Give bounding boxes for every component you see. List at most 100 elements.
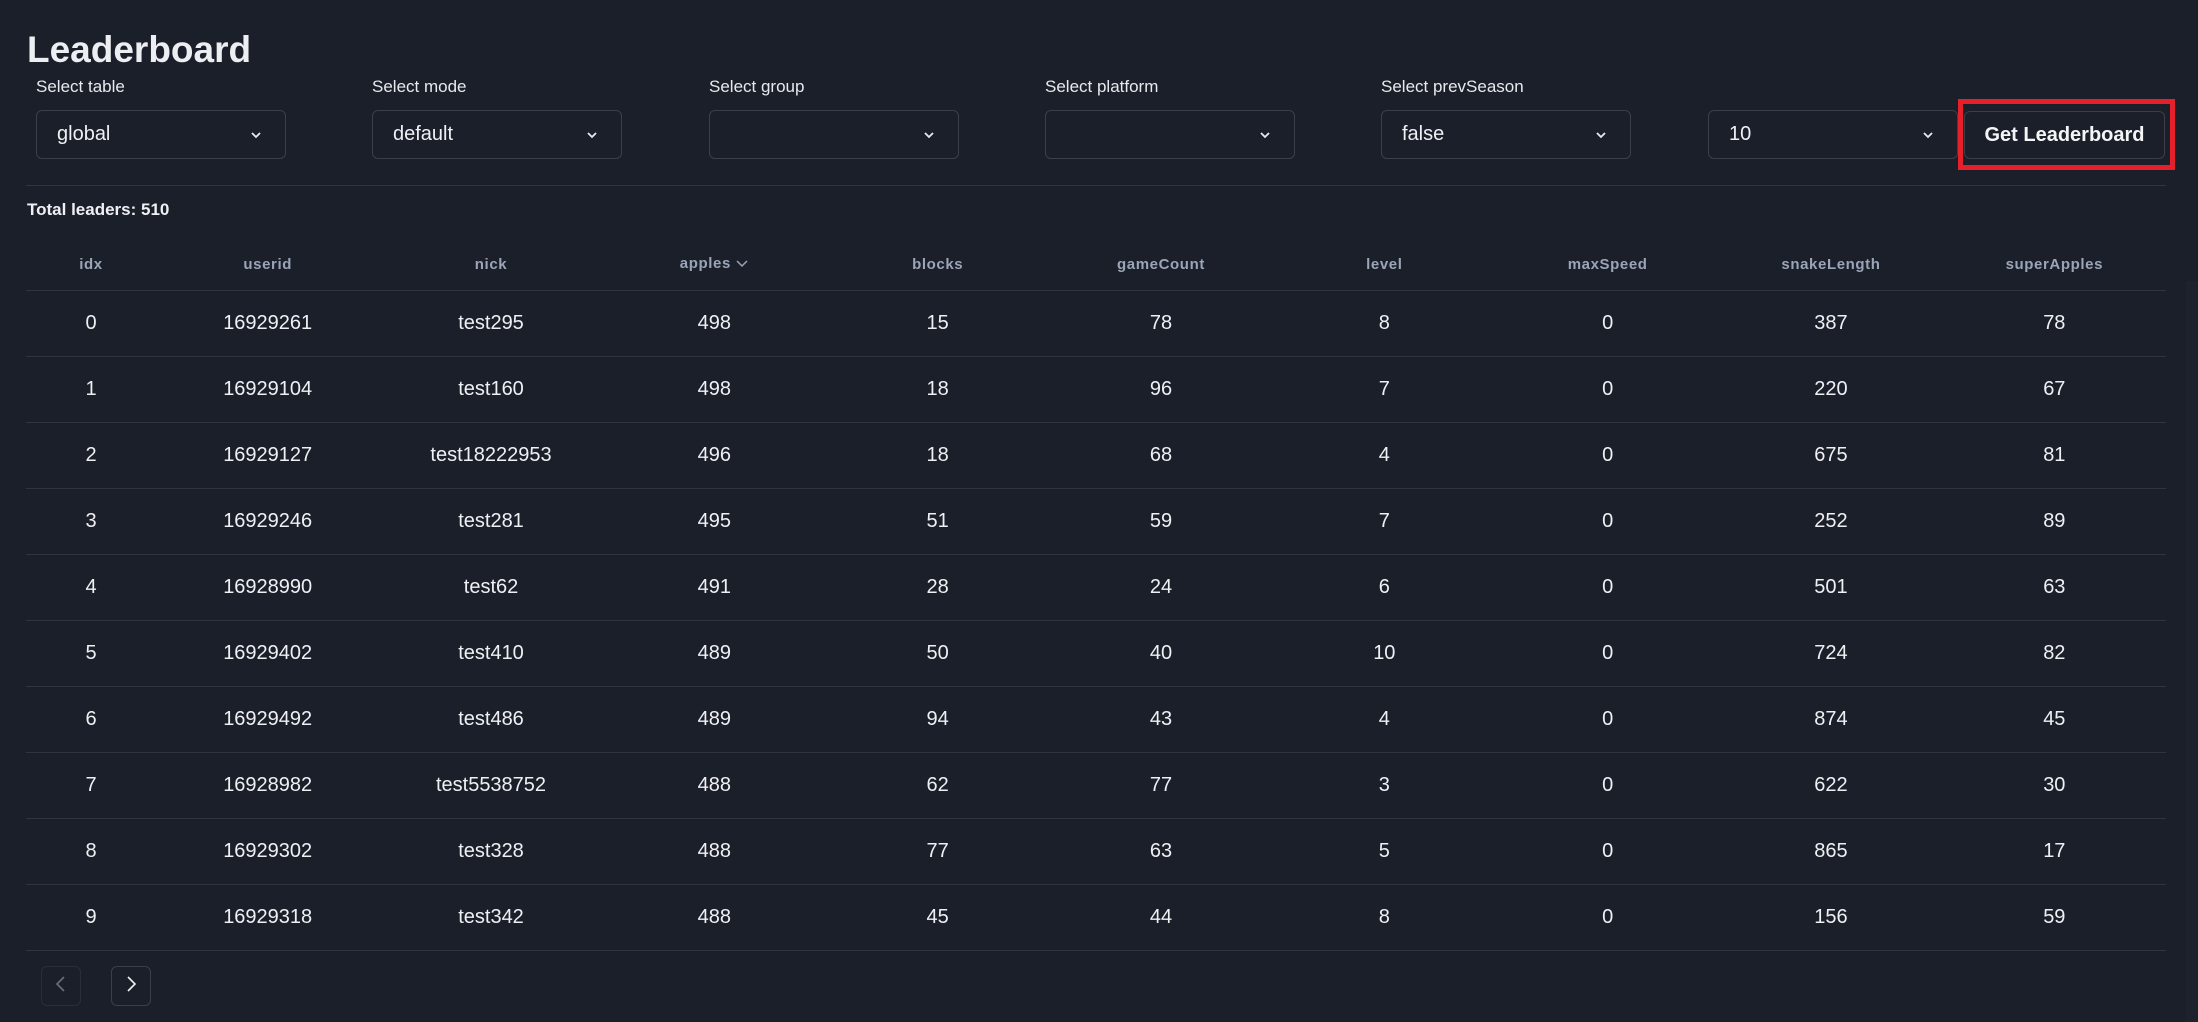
cell-nick: test160 [379,356,603,423]
cell-idx: 8 [26,818,157,885]
cell-idx: 4 [26,554,157,621]
cell-gamecount: 77 [1049,752,1273,819]
cell-userid: 16929318 [156,884,380,951]
table-row: 2 16929127 test18222953 496 18 68 4 0 675 81 [26,422,2166,489]
cell-gamecount: 68 [1049,422,1273,489]
cell-snakelength: 622 [1719,752,1943,819]
prevseason-select[interactable]: false [1381,110,1631,159]
chevron-down-icon [922,128,936,142]
column-header-apples[interactable]: apples [602,238,826,291]
prevseason-select-value: false [1402,123,1445,145]
table-row: 5 16929402 test410 489 50 40 10 0 724 82 [26,620,2166,687]
sort-descending-icon [735,256,749,273]
cell-superapples: 59 [1942,884,2166,951]
filter-page-size: 10 [1708,74,1958,159]
cell-blocks: 62 [826,752,1050,819]
get-leaderboard-button[interactable]: Get Leaderboard [1964,111,2165,159]
cell-nick: test486 [379,686,603,753]
column-header-maxspeed[interactable]: maxSpeed [1495,238,1720,291]
chevron-down-icon [249,128,263,142]
cell-superapples: 63 [1942,554,2166,621]
scrollbar[interactable] [2186,281,2198,1022]
cell-level: 10 [1272,620,1496,687]
page-size-select[interactable]: 10 [1708,110,1958,159]
table-select[interactable]: global [36,110,286,159]
divider [26,185,2166,186]
column-header-idx[interactable]: idx [26,238,157,291]
cell-blocks: 77 [826,818,1050,885]
filter-mode: Select mode default [372,74,622,159]
cell-apples: 498 [602,356,826,423]
cell-nick: test62 [379,554,603,621]
cell-level: 4 [1272,422,1496,489]
filter-platform: Select platform [1045,74,1295,159]
next-page-button[interactable] [111,966,151,1006]
column-header-nick[interactable]: nick [379,238,603,291]
cell-idx: 3 [26,488,157,555]
table-row: 8 16929302 test328 488 77 63 5 0 865 17 [26,818,2166,885]
cell-snakelength: 865 [1719,818,1943,885]
cell-maxspeed: 0 [1495,884,1720,951]
cell-userid: 16928990 [156,554,380,621]
cell-apples: 489 [602,620,826,687]
cell-snakelength: 387 [1719,290,1943,357]
table-row: 0 16929261 test295 498 15 78 8 0 387 78 [26,290,2166,357]
cell-apples: 488 [602,752,826,819]
table-row: 1 16929104 test160 498 18 96 7 0 220 67 [26,356,2166,423]
cell-level: 7 [1272,488,1496,555]
cell-idx: 5 [26,620,157,687]
chevron-down-icon [1594,128,1608,142]
cell-gamecount: 96 [1049,356,1273,423]
column-header-snakelength[interactable]: snakeLength [1719,238,1943,291]
cell-maxspeed: 0 [1495,422,1720,489]
filter-prevseason-label: Select prevSeason [1381,77,1524,96]
cell-nick: test328 [379,818,603,885]
page-size-select-value: 10 [1729,123,1752,145]
cell-superapples: 81 [1942,422,2166,489]
column-header-label: nick [474,255,508,273]
filter-group-label: Select group [709,77,805,96]
table-select-value: global [57,123,111,145]
cell-level: 4 [1272,686,1496,753]
cell-maxspeed: 0 [1495,752,1720,819]
mode-select[interactable]: default [372,110,622,159]
cell-snakelength: 156 [1719,884,1943,951]
cell-superapples: 82 [1942,620,2166,687]
cell-nick: test295 [379,290,603,357]
cell-superapples: 67 [1942,356,2166,423]
table-row: 6 16929492 test486 489 94 43 4 0 874 45 [26,686,2166,753]
cell-idx: 2 [26,422,157,489]
cell-maxspeed: 0 [1495,488,1720,555]
mode-select-value: default [393,123,454,145]
platform-select[interactable] [1045,110,1295,159]
column-header-blocks[interactable]: blocks [826,238,1050,291]
cell-snakelength: 501 [1719,554,1943,621]
cell-userid: 16929402 [156,620,380,687]
cell-blocks: 28 [826,554,1050,621]
cell-userid: 16929127 [156,422,380,489]
filter-prevseason: Select prevSeason false [1381,74,1631,159]
cell-nick: test410 [379,620,603,687]
column-header-gamecount[interactable]: gameCount [1049,238,1273,291]
prev-page-button[interactable] [41,966,81,1006]
cell-level: 3 [1272,752,1496,819]
cell-idx: 0 [26,290,157,357]
column-header-label: idx [79,255,103,273]
cell-blocks: 15 [826,290,1050,357]
column-header-superapples[interactable]: superApples [1942,238,2166,291]
cell-gamecount: 24 [1049,554,1273,621]
column-header-level[interactable]: level [1272,238,1496,291]
cell-idx: 7 [26,752,157,819]
table-row: 9 16929318 test342 488 45 44 8 0 156 59 [26,884,2166,951]
cell-apples: 496 [602,422,826,489]
page-title: Leaderboard [27,29,252,70]
cell-blocks: 45 [826,884,1050,951]
cell-apples: 495 [602,488,826,555]
cell-userid: 16929261 [156,290,380,357]
cell-blocks: 51 [826,488,1050,555]
column-header-userid[interactable]: userid [156,238,380,291]
cell-maxspeed: 0 [1495,818,1720,885]
leaderboard-table: idx userid nick apples blocks gameCount level m… [26,238,2166,951]
filter-page-size-label [1708,74,1958,100]
group-select[interactable] [709,110,959,159]
